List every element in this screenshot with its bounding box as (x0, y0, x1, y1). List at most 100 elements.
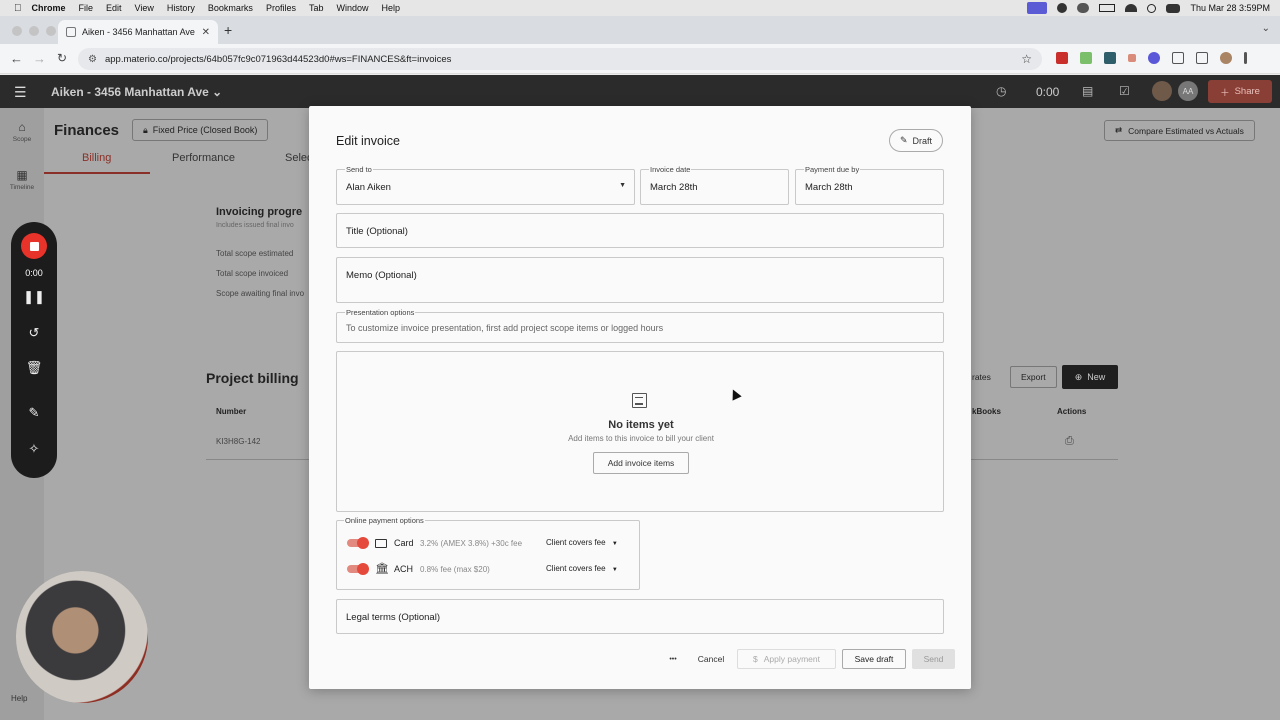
pen-icon[interactable]: ✎ (11, 405, 57, 421)
maximize-window-icon[interactable] (46, 26, 56, 36)
favicon-icon (66, 27, 76, 37)
menu-edit[interactable]: Edit (106, 3, 122, 13)
cloud-icon[interactable] (1077, 3, 1090, 13)
menu-window[interactable]: Window (336, 3, 368, 13)
export-button[interactable]: Export (1010, 366, 1057, 388)
payment-due-value: March 28th (805, 182, 853, 193)
extension-red-icon[interactable] (1056, 52, 1068, 64)
back-arrow-icon[interactable]: ← (10, 51, 23, 66)
sidebar-item-label: Scope (12, 136, 32, 143)
stop-recording-button[interactable] (21, 233, 47, 259)
cancel-button[interactable]: Cancel (693, 649, 729, 669)
contract-type-chip[interactable]: 🔒︎ Fixed Price (Closed Book) (132, 119, 269, 141)
compare-icon: ⇄ (1115, 125, 1123, 135)
effects-icon[interactable]: ✧ (11, 441, 57, 457)
screen-recorder-icon[interactable] (1027, 2, 1048, 14)
edit-invoice-modal: Edit invoice ✎ Draft Send to Alan Aiken … (309, 106, 971, 689)
browser-tab[interactable]: Aiken - 3456 Manhattan Ave ✕ (58, 20, 218, 44)
restart-icon[interactable]: ↺ (11, 325, 57, 341)
checklist-icon[interactable]: ☑ (1119, 84, 1130, 98)
help-link[interactable]: Help (11, 694, 27, 703)
apply-payment-button[interactable]: $ Apply payment (737, 649, 836, 669)
progress-row-invoiced: Total scope invoiced (216, 269, 289, 278)
user-initials-avatar[interactable]: AA (1178, 81, 1198, 101)
new-invoice-button[interactable]: ⊕ New (1062, 365, 1118, 389)
gear-icon[interactable] (1057, 3, 1068, 13)
project-title[interactable]: Aiken - 3456 Manhattan Ave ⌄ (51, 85, 222, 99)
tab-performance[interactable]: Performance (172, 152, 235, 164)
compare-estimated-button[interactable]: ⇄ Compare Estimated vs Actuals (1104, 120, 1255, 141)
home-icon: ⌂ (18, 120, 26, 134)
menu-tab[interactable]: Tab (309, 3, 324, 13)
legal-terms-input[interactable]: Legal terms (Optional) (336, 599, 944, 634)
extension-dark-icon[interactable] (1104, 52, 1116, 64)
progress-row-awaiting: Scope awaiting final invo (216, 289, 305, 298)
menu-file[interactable]: File (79, 3, 94, 13)
site-info-icon[interactable]: ⚙ (88, 54, 97, 65)
draft-status-button[interactable]: ✎ Draft (889, 129, 943, 152)
hamburger-menu-icon[interactable]: ☰ (14, 84, 27, 101)
card-toggle[interactable] (347, 537, 369, 549)
close-tab-icon[interactable]: ✕ (202, 27, 210, 38)
save-draft-button[interactable]: Save draft (842, 649, 906, 669)
dropdown-caret-icon: ▼ (611, 541, 618, 547)
invoice-items-empty-state: No items yet Add items to this invoice t… (336, 351, 944, 512)
clock-icon[interactable]: ◷ (996, 84, 1006, 98)
new-tab-icon[interactable]: + (224, 22, 232, 38)
send-to-select[interactable]: Send to Alan Aiken ▼ (336, 165, 635, 205)
add-invoice-items-button[interactable]: Add invoice items (593, 452, 689, 474)
menu-app-name[interactable]: Chrome (32, 3, 66, 13)
extension-green-icon[interactable] (1080, 52, 1092, 64)
share-button[interactable]: ＋ Share (1208, 80, 1272, 103)
project-title-text: Aiken - 3456 Manhattan Ave (51, 85, 209, 99)
payment-due-label: Payment due by (804, 165, 861, 174)
ach-toggle[interactable] (347, 563, 369, 575)
invoice-date-field[interactable]: Invoice date March 28th (640, 165, 789, 205)
card-fee-select[interactable]: Client covers fee ▼ (546, 538, 618, 547)
extension-purple-icon[interactable] (1148, 52, 1160, 64)
browser-menu-icon[interactable] (1244, 52, 1247, 64)
address-url[interactable]: app.materio.co/projects/64b057fc9c071963… (105, 54, 1021, 65)
invoice-date-value: March 28th (650, 182, 698, 193)
apple-icon[interactable]:  (14, 3, 22, 14)
menu-history[interactable]: History (167, 3, 195, 13)
menubar-clock[interactable]: Thu Mar 28 3:59PM (1190, 3, 1270, 13)
reload-icon[interactable]: ↻ (57, 51, 67, 65)
battery-icon[interactable] (1099, 4, 1116, 12)
title-input[interactable]: Title (Optional) (336, 213, 944, 248)
compare-label: Compare Estimated vs Actuals (1128, 125, 1244, 136)
minimize-window-icon[interactable] (29, 26, 39, 36)
side-panel-icon[interactable] (1196, 52, 1208, 64)
menu-help[interactable]: Help (381, 3, 400, 13)
more-options-icon[interactable]: ••• (663, 649, 683, 669)
puzzle-icon[interactable] (1172, 52, 1184, 64)
trash-icon[interactable]: 🗑︎ (11, 360, 57, 376)
forward-arrow-icon[interactable]: → (33, 51, 46, 66)
print-icon[interactable]: ⎙ (1065, 435, 1074, 448)
pause-icon[interactable]: ❚❚ (11, 289, 57, 305)
memo-input[interactable]: Memo (Optional) (336, 257, 944, 303)
search-icon[interactable] (1147, 3, 1157, 13)
user-avatar[interactable] (1152, 81, 1172, 101)
draft-status-label: Draft (912, 135, 933, 146)
control-center-icon[interactable] (1166, 3, 1181, 13)
invoice-row-number[interactable]: KI3H8G-142 (216, 437, 260, 446)
extension-small-icon[interactable] (1128, 54, 1136, 62)
menubar-status-area: Thu Mar 28 3:59PM (1027, 0, 1270, 16)
tab-search-chevron-icon[interactable]: ⌄ (1262, 23, 1270, 34)
payment-due-field[interactable]: Payment due by March 28th (795, 165, 944, 205)
address-bar[interactable]: ⚙ app.materio.co/projects/64b057fc9c0719… (78, 48, 1042, 70)
ach-fee-select[interactable]: Client covers fee ▼ (546, 564, 618, 573)
profile-avatar[interactable] (1220, 52, 1232, 64)
chat-icon[interactable]: ▤ (1082, 84, 1093, 98)
wifi-icon[interactable] (1125, 4, 1138, 12)
menu-bookmarks[interactable]: Bookmarks (208, 3, 253, 13)
tab-billing[interactable]: Billing (82, 152, 111, 164)
bookmark-star-icon[interactable]: ☆ (1021, 52, 1032, 66)
send-button[interactable]: Send (912, 649, 955, 669)
sidebar-item-timeline[interactable]: ▦ Timeline (0, 168, 44, 191)
sidebar-item-scope[interactable]: ⌂ Scope (0, 120, 44, 143)
close-window-icon[interactable] (12, 26, 22, 36)
menu-profiles[interactable]: Profiles (266, 3, 296, 13)
menu-view[interactable]: View (135, 3, 154, 13)
